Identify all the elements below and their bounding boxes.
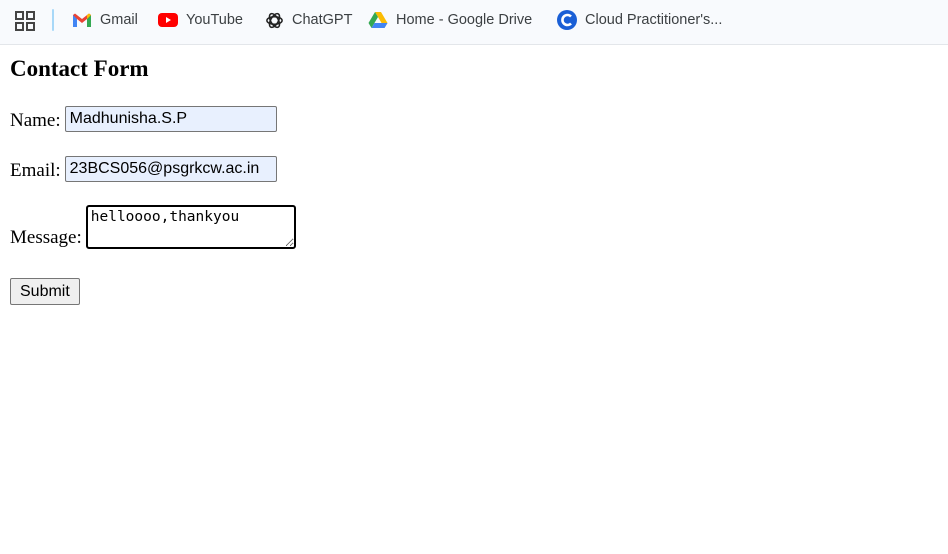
bookmark-chatgpt[interactable]: ChatGPT — [264, 0, 352, 40]
email-label: Email: — [10, 160, 61, 181]
chatgpt-icon — [264, 10, 284, 30]
name-row: Name: — [10, 106, 277, 132]
email-row: Email: — [10, 156, 277, 182]
email-input[interactable] — [64, 156, 277, 182]
message-row: Message: helloooo,thankyou — [10, 205, 296, 249]
bookmark-youtube[interactable]: YouTube — [158, 0, 243, 40]
bookmark-label: Cloud Practitioner's... — [585, 12, 723, 28]
bookmark-label: Gmail — [100, 12, 138, 28]
message-textarea[interactable]: helloooo,thankyou — [85, 205, 296, 249]
gmail-icon — [72, 10, 92, 30]
form-title: Contact Form — [10, 56, 149, 81]
message-label: Message: — [10, 227, 82, 248]
bookmark-label: Home - Google Drive — [396, 12, 533, 28]
bookmarks-separator — [52, 9, 54, 31]
submit-button[interactable]: Submit — [10, 278, 80, 305]
name-input[interactable] — [64, 106, 277, 132]
google-drive-icon — [368, 10, 388, 30]
bookmarks-bar: Gmail YouTube ChatGPT Home - Google Driv… — [0, 0, 948, 45]
youtube-icon — [158, 10, 178, 30]
bookmark-label: ChatGPT — [292, 12, 353, 28]
bookmark-cloud-practitioner[interactable]: Cloud Practitioner's... — [557, 0, 722, 40]
cloud-practitioner-icon — [557, 10, 577, 30]
bookmark-gmail[interactable]: Gmail — [72, 0, 138, 40]
bookmark-google-drive[interactable]: Home - Google Drive — [368, 0, 532, 40]
apps-grid-icon[interactable] — [14, 10, 36, 32]
name-label: Name: — [10, 110, 61, 131]
bookmark-label: YouTube — [186, 12, 243, 28]
